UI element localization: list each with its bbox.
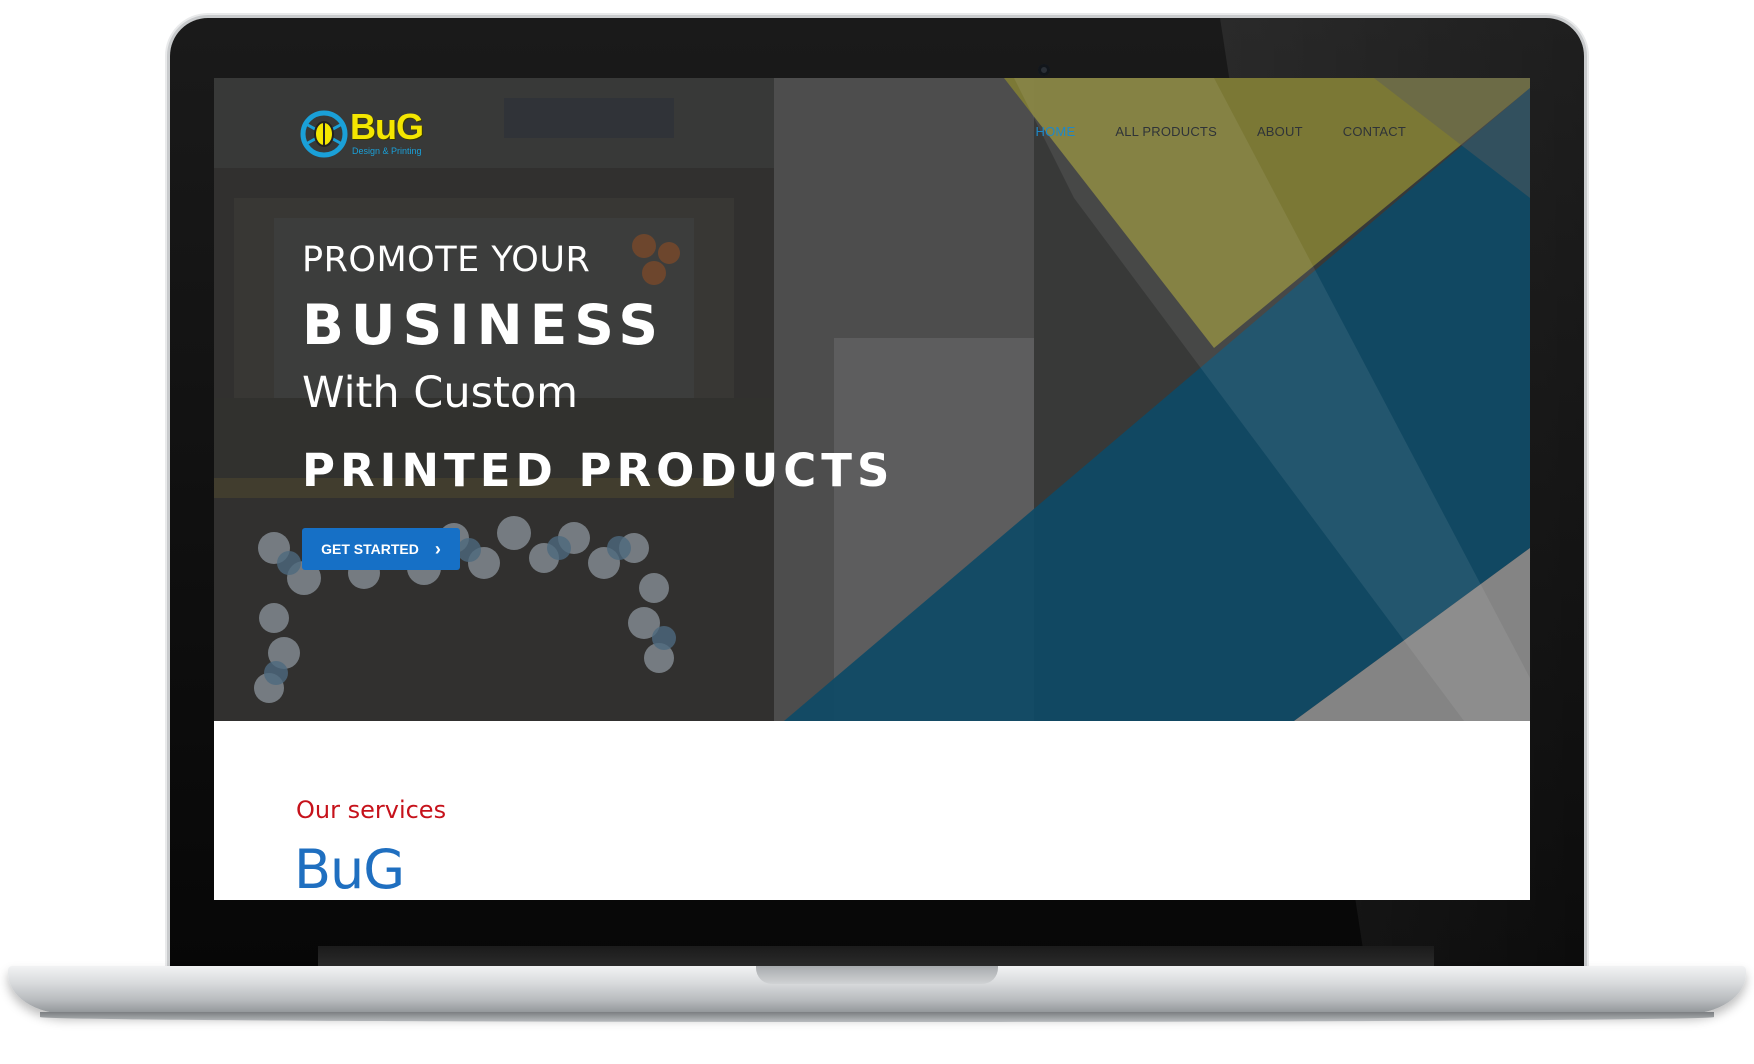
- hero-headline-line-2: BUSINESS: [302, 293, 666, 357]
- services-title: BuG: [294, 838, 405, 900]
- nav-item-about[interactable]: ABOUT: [1257, 124, 1303, 139]
- laptop-base-lip: [40, 1012, 1714, 1022]
- nav-item-all-products[interactable]: ALL PRODUCTS: [1115, 124, 1217, 139]
- laptop-hinge: [318, 946, 1434, 968]
- nav-item-home[interactable]: HOME: [1036, 124, 1076, 139]
- hero-headline-line-3: With Custom: [302, 368, 579, 418]
- bug-logo-icon: [300, 110, 348, 158]
- hero-headline-line-1: PROMOTE YOUR: [302, 240, 591, 280]
- hero-section: BuG Design & Printing HOME ALL PRODUCTS …: [214, 78, 1530, 721]
- hero-headline-line-4: PRINTED PRODUCTS: [302, 444, 895, 497]
- main-navigation: HOME ALL PRODUCTS ABOUT CONTACT: [1036, 124, 1406, 139]
- get-started-button[interactable]: GET STARTED ›: [302, 528, 460, 570]
- site-logo[interactable]: BuG Design & Printing: [300, 108, 440, 160]
- webcam: [1038, 64, 1050, 76]
- get-started-label: GET STARTED: [321, 541, 419, 557]
- chevron-right-icon: ›: [434, 539, 441, 559]
- services-eyebrow: Our services: [296, 796, 447, 824]
- nav-item-contact[interactable]: CONTACT: [1343, 124, 1406, 139]
- laptop-opening-notch: [756, 966, 998, 984]
- logo-wordmark: BuG: [350, 106, 424, 147]
- logo-tagline: Design & Printing: [352, 146, 422, 156]
- website-screen: BuG Design & Printing HOME ALL PRODUCTS …: [214, 78, 1530, 900]
